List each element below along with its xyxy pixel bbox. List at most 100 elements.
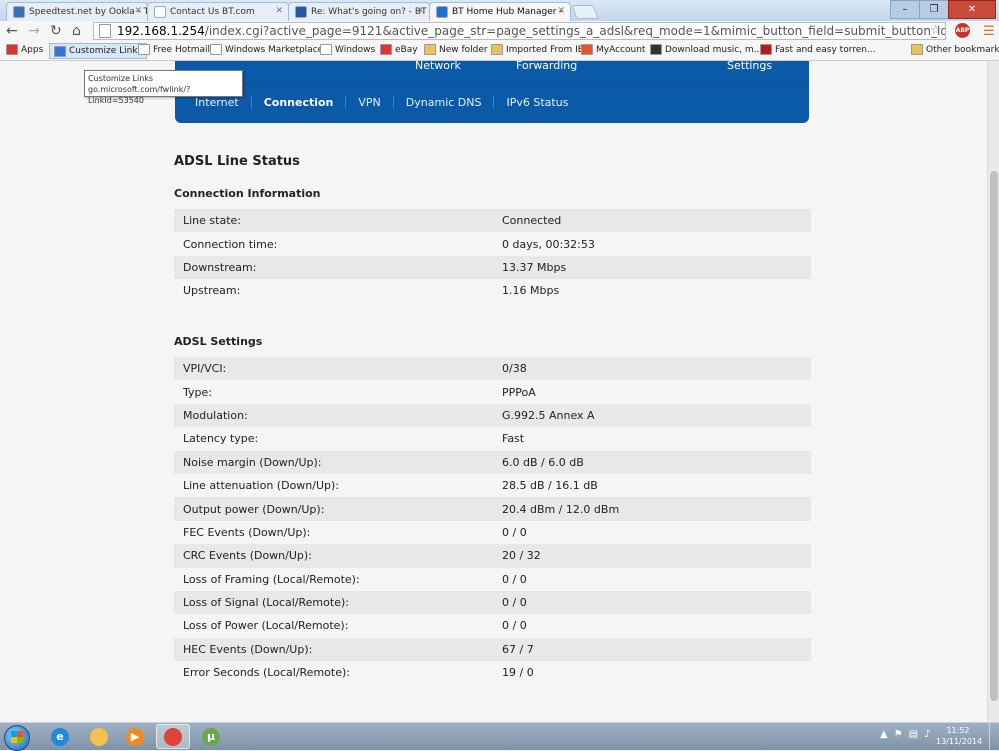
tab-favicon-icon xyxy=(436,6,448,18)
row-value: 0 days, 00:32:53 xyxy=(502,237,595,251)
connection-table: Line state: Connected Connection time: 0 da… xyxy=(174,209,811,303)
bookmark-item[interactable]: MyAccount xyxy=(581,44,645,55)
row-label: CRC Events (Down/Up): xyxy=(183,549,312,563)
table-row: Modulation: G.992.5 Annex A xyxy=(174,403,811,428)
row-value: Connected xyxy=(502,214,562,228)
tab-title: Speedtest.net by Ookla - T xyxy=(29,7,148,17)
taskbar-app-button[interactable]: μ xyxy=(194,724,228,749)
browser-tab[interactable]: Re: What's going on? - BT ✕ xyxy=(288,2,430,21)
taskbar-app-button[interactable]: e xyxy=(43,724,77,749)
volume-icon[interactable]: ♪ xyxy=(924,729,930,740)
table-row: Type: PPPoA xyxy=(174,380,811,404)
chrome-icon xyxy=(164,727,182,746)
back-arrow-icon[interactable]: ← xyxy=(6,22,18,40)
top-nav: Network Forwarding Settings xyxy=(175,61,809,84)
bookmark-icon xyxy=(581,44,593,55)
clock[interactable]: 11:52 13/11/2014 xyxy=(936,725,982,747)
tab-close-icon[interactable]: ✕ xyxy=(416,6,424,16)
table-row: Upstream: 1.16 Mbps xyxy=(174,279,811,303)
bookmark-item[interactable]: Imported From IE xyxy=(491,44,583,55)
url-path: /index.cgi?active_page=9121&active_page_… xyxy=(204,24,945,38)
table-row: Latency type: Fast xyxy=(174,427,811,451)
taskbar-app-button[interactable] xyxy=(156,724,190,749)
address-bar[interactable]: 192.168.1.254/index.cgi?active_page=9121… xyxy=(93,22,946,40)
tab-title: BT Home Hub Manager - xyxy=(452,7,563,17)
tab-close-icon[interactable]: ✕ xyxy=(134,6,142,16)
bookmark-item[interactable]: Other bookmarks xyxy=(911,44,999,55)
home-icon[interactable]: ⌂ xyxy=(72,22,81,40)
reload-icon[interactable]: ↻ xyxy=(50,22,62,40)
row-value: 67 / 7 xyxy=(502,642,534,656)
row-value: 6.0 dB / 6.0 dB xyxy=(502,455,584,469)
row-value: 1.16 Mbps xyxy=(502,284,560,298)
tab-close-icon[interactable]: ✕ xyxy=(275,6,283,16)
bookmark-item[interactable]: Windows Marketplace xyxy=(210,44,323,55)
start-button[interactable] xyxy=(4,725,30,751)
bookmark-item[interactable]: Windows xyxy=(320,44,375,55)
sub-nav-tab[interactable]: Dynamic DNS xyxy=(392,95,494,109)
bookmark-item[interactable]: Apps xyxy=(6,44,43,55)
top-nav-item[interactable]: Network xyxy=(415,61,461,72)
sub-nav-tab[interactable]: Connection xyxy=(250,95,346,109)
tray-arrow-icon[interactable]: ▲ xyxy=(880,729,888,740)
menu-icon[interactable]: ☰ xyxy=(983,24,995,39)
row-value: 28.5 dB / 16.1 dB xyxy=(502,479,598,493)
bookmark-item[interactable]: Customize Links xyxy=(49,43,148,59)
table-row: Connection time: 0 days, 00:32:53 xyxy=(174,232,811,256)
top-nav-item[interactable]: Settings xyxy=(727,61,772,72)
clock-time: 11:52 xyxy=(946,726,970,735)
top-nav-item[interactable]: Forwarding xyxy=(516,61,577,72)
bookmark-item[interactable]: Free Hotmail xyxy=(138,44,210,55)
row-label: Noise margin (Down/Up): xyxy=(183,455,322,469)
explorer-icon xyxy=(90,727,108,746)
tab-close-icon[interactable]: ✕ xyxy=(557,6,565,16)
row-value: 20.4 dBm / 12.0 dBm xyxy=(502,502,620,516)
sub-nav-tab[interactable]: IPv6 Status xyxy=(493,95,580,109)
bookmark-icon xyxy=(380,44,392,55)
bookmark-icon xyxy=(210,44,222,55)
row-value: G.992.5 Annex A xyxy=(502,408,595,422)
taskbar-app-button[interactable]: ▶ xyxy=(118,724,152,749)
page-content: Network Forwarding Settings Internet Connec… xyxy=(0,61,987,722)
row-label: Latency type: xyxy=(183,432,259,446)
minimize-button[interactable]: – xyxy=(890,0,920,19)
restore-button[interactable]: ❐ xyxy=(919,0,949,19)
forward-arrow-icon[interactable]: → xyxy=(28,22,40,40)
network-icon[interactable]: ▤ xyxy=(909,729,918,740)
bookmark-icon xyxy=(911,44,923,55)
table-row: FEC Events (Down/Up): 0 / 0 xyxy=(174,520,811,545)
taskbar-app-button[interactable] xyxy=(82,724,116,749)
show-desktop-button[interactable] xyxy=(989,723,999,750)
browser-tab[interactable]: Contact Us BT.com ✕ xyxy=(147,2,289,21)
bookmark-item[interactable]: eBay xyxy=(380,44,418,55)
bookmark-icon xyxy=(760,44,772,55)
browser-tab[interactable]: Speedtest.net by Ookla - T ✕ xyxy=(6,2,148,21)
bookmark-label: Windows Marketplace xyxy=(225,44,324,55)
row-label: HEC Events (Down/Up): xyxy=(183,642,313,656)
bookmark-icon xyxy=(424,44,436,55)
sub-nav-tab[interactable]: VPN xyxy=(345,95,392,109)
close-window-button[interactable]: ✕ xyxy=(948,0,996,19)
settings-table: VPI/VCI: 0/38 Type: PPPoA Modulation: G.992.5… xyxy=(174,357,811,685)
bookmark-star-icon[interactable]: ☆ xyxy=(930,23,942,38)
page-scrollbar[interactable] xyxy=(987,61,999,722)
new-tab-button[interactable] xyxy=(571,5,599,19)
table-row: Loss of Power (Local/Remote): 0 / 0 xyxy=(174,614,811,638)
flag-icon[interactable]: ⚑ xyxy=(894,729,903,740)
connection-heading: Connection Information xyxy=(174,187,321,200)
adblock-plus-icon[interactable]: ABP xyxy=(955,23,970,38)
table-row: Line state: Connected xyxy=(174,209,811,233)
utorrent-icon: μ xyxy=(202,727,220,746)
bookmark-item[interactable]: Fast and easy torren... xyxy=(760,44,876,55)
browser-tab[interactable]: BT Home Hub Manager - ✕ xyxy=(429,2,571,21)
tab-favicon-icon xyxy=(154,6,166,18)
bookmarks-bar: Apps Customize Links Free Hotmail Windows M… xyxy=(0,42,999,61)
bookmark-icon xyxy=(491,44,503,55)
bookmark-item[interactable]: New folder xyxy=(424,44,488,55)
settings-heading: ADSL Settings xyxy=(174,335,263,348)
table-row: Loss of Signal (Local/Remote): 0 / 0 xyxy=(174,590,811,615)
row-value: 19 / 0 xyxy=(502,666,534,680)
bookmark-item[interactable]: Download music, m... xyxy=(650,44,762,55)
scrollbar-thumb[interactable] xyxy=(990,171,998,701)
windows-logo-icon xyxy=(11,731,23,743)
